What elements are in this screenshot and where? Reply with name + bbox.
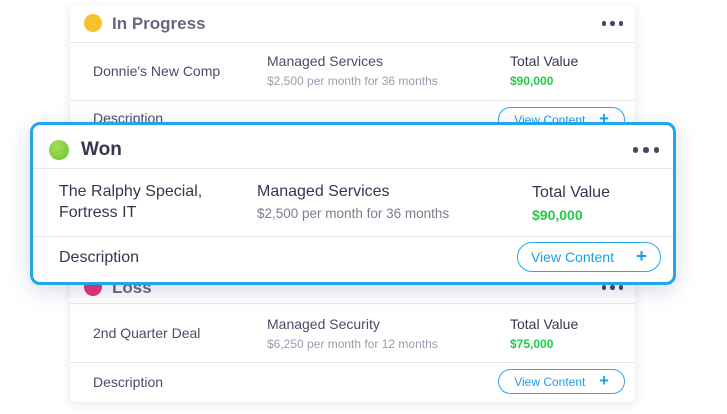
service-detail: $2,500 per month for 36 months	[267, 74, 438, 88]
header-divider	[70, 42, 635, 43]
description-label: Description	[93, 374, 164, 390]
plus-icon: +	[599, 372, 609, 391]
client-name-line2: Fortress IT	[59, 204, 137, 221]
service-detail: $6,250 per month for 12 months	[267, 337, 438, 351]
plus-icon: +	[635, 245, 648, 267]
total-value-label: Total Value	[510, 316, 579, 332]
view-content-label: View Content	[530, 249, 614, 265]
service-name: Managed Services	[267, 53, 383, 69]
total-value: $90,000	[510, 74, 554, 88]
view-content-label: View Content	[514, 374, 586, 389]
description-label: Description	[59, 249, 140, 266]
more-options-icon[interactable]	[632, 147, 659, 153]
service-name: Managed Security	[267, 316, 380, 332]
status-dot-in-progress	[84, 14, 102, 32]
header-divider	[33, 168, 673, 169]
status-title: In Progress	[112, 14, 206, 33]
total-value: $90,000	[532, 207, 583, 223]
view-content-button[interactable]: View Content +	[498, 369, 625, 394]
header-divider	[70, 303, 635, 304]
more-options-icon[interactable]	[601, 285, 623, 290]
more-options-icon[interactable]	[601, 21, 623, 26]
service-name: Managed Services	[257, 183, 390, 200]
status-title: Won	[81, 139, 122, 160]
view-content-button[interactable]: View Content +	[517, 242, 661, 272]
total-value-label: Total Value	[510, 53, 579, 69]
total-value-label: Total Value	[532, 184, 610, 201]
client-name-line1: The Ralphy Special,	[59, 183, 203, 200]
status-dot-won	[49, 140, 69, 160]
service-detail: $2,500 per month for 36 months	[257, 206, 450, 221]
client-name: Donnie's New Comp	[93, 63, 221, 79]
body-divider	[70, 100, 635, 101]
body-divider	[33, 236, 673, 237]
client-name: 2nd Quarter Deal	[93, 325, 201, 341]
deal-card-loss: Loss 2nd Quarter Deal Managed Security $…	[70, 266, 635, 402]
total-value: $75,000	[510, 337, 554, 351]
deal-card-won[interactable]: Won The Ralphy Special, Fortress IT Mana…	[30, 122, 676, 285]
body-divider	[70, 362, 635, 363]
